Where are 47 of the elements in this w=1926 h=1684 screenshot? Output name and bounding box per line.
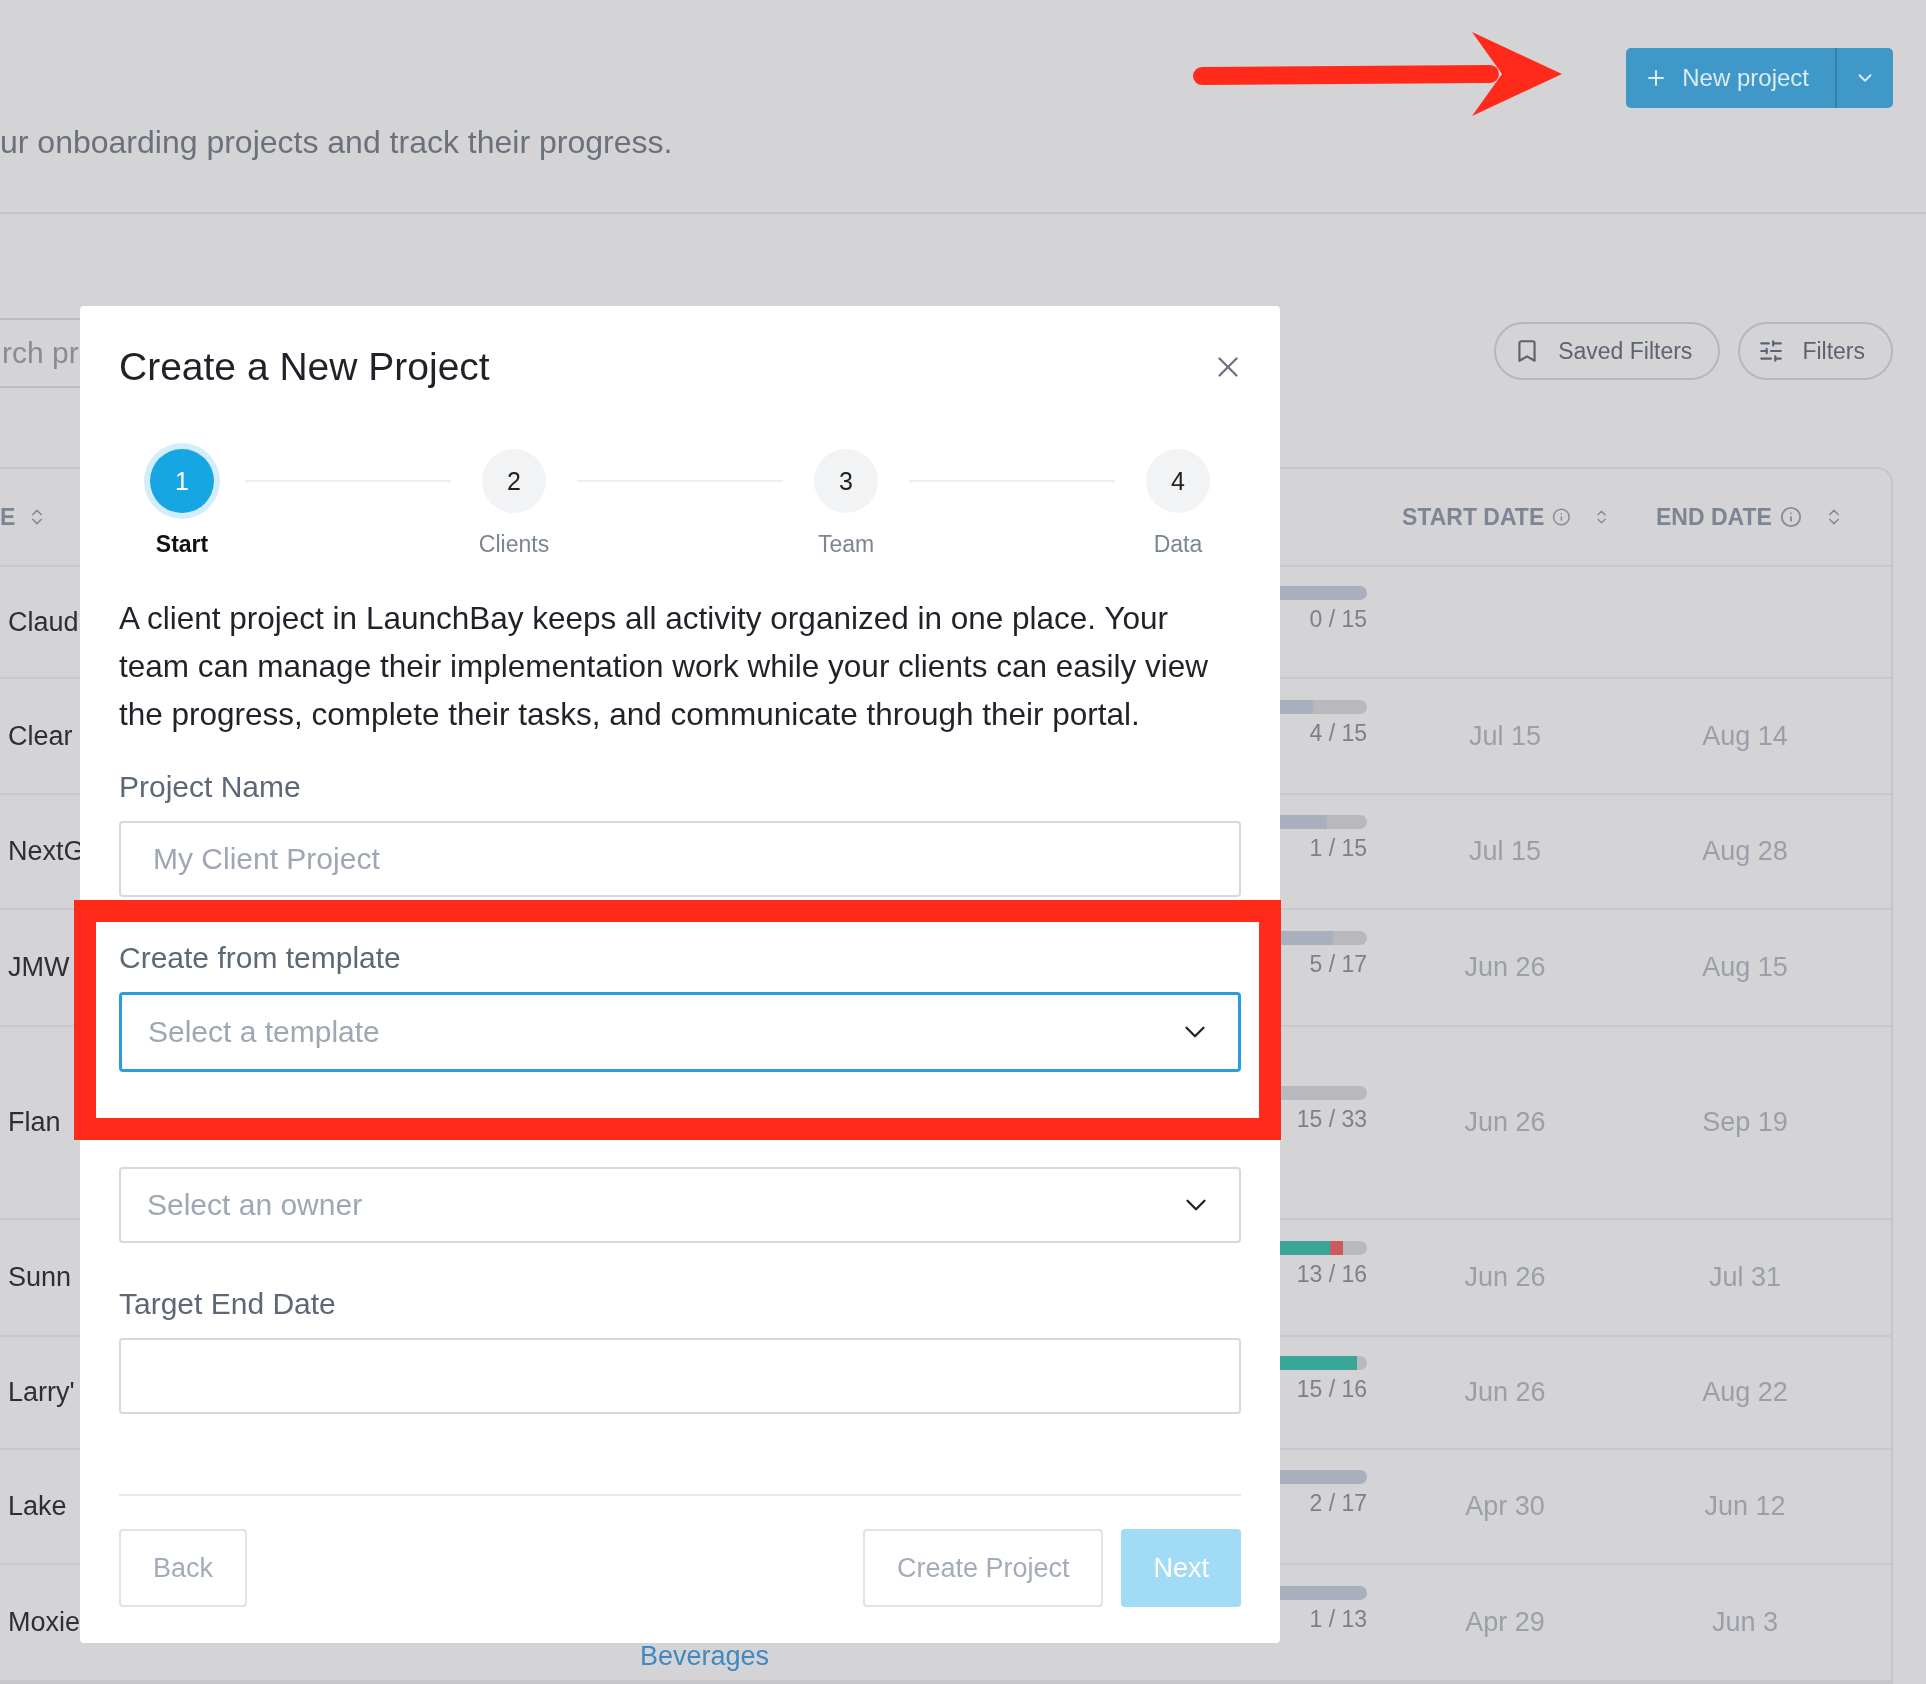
project-name: Sunn — [8, 1262, 72, 1293]
field-label: Create from template — [119, 940, 402, 976]
page-subtitle: ur onboarding projects and track their progress. — [0, 124, 673, 162]
field-label: Project Name — [119, 769, 302, 805]
field-label: Target End Date — [119, 1286, 337, 1322]
end-date: Sep 19 — [1702, 1107, 1788, 1138]
end-date: Aug 14 — [1702, 720, 1788, 752]
project-name: Lake — [8, 1491, 67, 1522]
dialog-title: Create a New Project — [119, 345, 490, 389]
task-count: 5 / 17 — [1309, 951, 1367, 978]
step-label: Data — [1153, 531, 1203, 558]
project-name: Larry' — [8, 1377, 75, 1408]
end-date: Jun 12 — [1704, 1491, 1786, 1522]
end-date: Jul 31 — [1708, 1262, 1782, 1293]
end-date: Aug 15 — [1702, 952, 1788, 983]
start-date: Jul 15 — [1468, 720, 1542, 752]
start-date: Apr 29 — [1465, 1607, 1545, 1638]
column-header: START DATE — [1402, 503, 1545, 531]
end-date: Aug 28 — [1702, 836, 1788, 867]
step-label: Start — [155, 531, 209, 558]
start-date: Jun 26 — [1464, 1107, 1546, 1138]
project-name: Moxie — [8, 1607, 81, 1638]
project-name: Clear — [8, 720, 73, 752]
task-count: 13 / 16 — [1296, 1261, 1367, 1288]
project-name: JMW — [8, 952, 70, 983]
start-date: Jul 15 — [1468, 836, 1542, 867]
task-count: 1 / 13 — [1309, 1606, 1367, 1633]
intro-text: A client project in LaunchBay keeps all activity organized in one place. Your team can manage their implementation work while your clients can easily view the progress, complete their tasks, and communicate through their portal. — [119, 599, 1209, 734]
task-count: 2 / 17 — [1309, 1490, 1367, 1517]
start-date: Jun 26 — [1464, 1262, 1546, 1293]
start-date: Jun 26 — [1464, 1377, 1546, 1408]
project-name: NextG — [8, 836, 85, 867]
task-count: 15 / 33 — [1296, 1106, 1367, 1133]
start-date: Apr 30 — [1465, 1491, 1545, 1522]
column-header: E — [0, 503, 16, 531]
step-label: Team — [817, 531, 875, 558]
column-header: END DATE — [1656, 503, 1772, 531]
task-count: 0 / 15 — [1309, 605, 1367, 633]
task-count: 1 / 15 — [1309, 835, 1367, 862]
project-name: Claud — [8, 606, 79, 638]
task-count: 4 / 15 — [1309, 719, 1367, 747]
step-label: Clients — [478, 531, 550, 558]
start-date: Jun 26 — [1464, 952, 1546, 983]
task-count: 15 / 16 — [1296, 1376, 1367, 1403]
end-date: Aug 22 — [1702, 1377, 1788, 1408]
project-name: Flan — [8, 1107, 61, 1138]
end-date: Jun 3 — [1711, 1607, 1779, 1638]
